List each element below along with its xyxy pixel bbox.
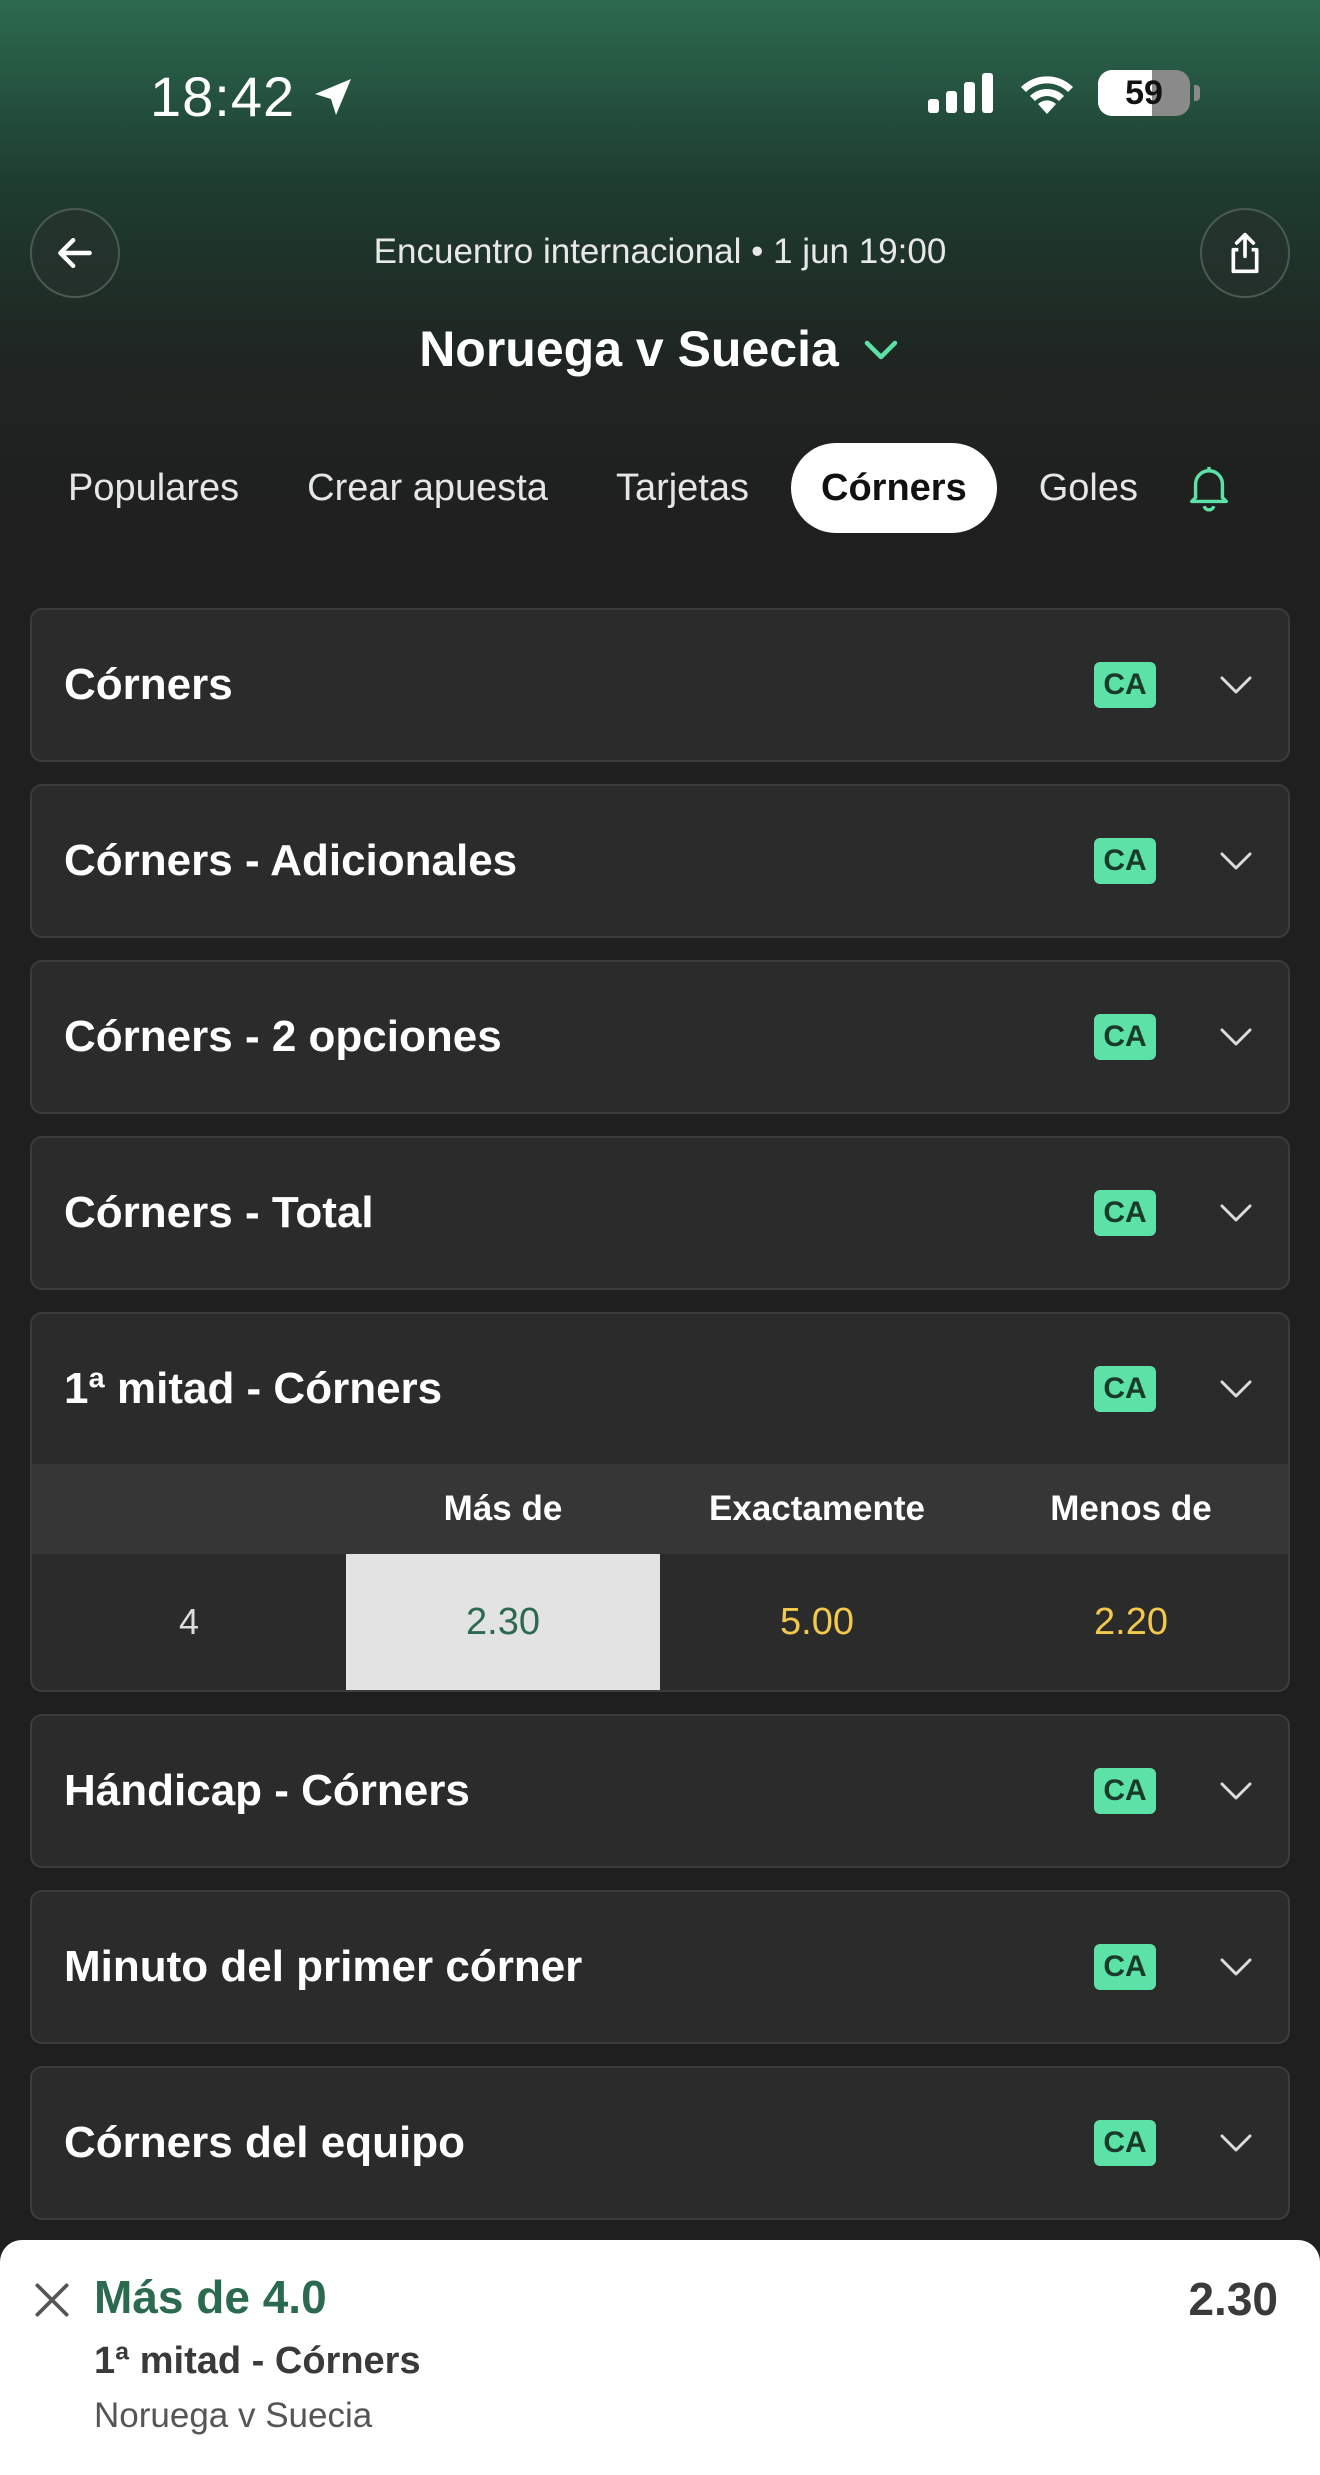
tab-corners[interactable]: Córners: [791, 443, 997, 533]
tab-goles[interactable]: Goles: [1005, 443, 1172, 533]
status-bar: 18:42 59: [0, 0, 1320, 190]
market-card: Córners - Adicionales CA: [30, 784, 1290, 938]
odds-row: 4 2.30 5.00 2.20: [32, 1554, 1288, 1690]
betslip-event: Noruega v Suecia: [94, 2396, 373, 2435]
share-icon: [1231, 232, 1259, 274]
market-title: Minuto del primer córner: [64, 1942, 583, 1991]
market-card-expanded: 1ª mitad - Córners CA Más de Exactamente…: [30, 1312, 1290, 1692]
chevron-down-icon: [1220, 1380, 1252, 1398]
market-card: Córners - Total CA: [30, 1136, 1290, 1290]
event-subtitle: Encuentro internacional • 1 jun 19:00: [373, 232, 947, 271]
market-tabs: Populares Crear apuesta Tarjetas Córners…: [0, 440, 1320, 536]
screen: 18:42 59 Encuentro internacional • 1 jun…: [0, 0, 1320, 2475]
location-arrow-icon: [315, 78, 352, 115]
battery-tip: [1194, 85, 1200, 101]
share-button[interactable]: [1200, 208, 1290, 298]
system-icons: 59: [928, 70, 1200, 116]
market-header-corners-total[interactable]: Córners - Total CA: [32, 1138, 1288, 1288]
battery-indicator: 59: [1098, 70, 1190, 116]
match-title-dropdown[interactable]: Noruega v Suecia: [0, 320, 1320, 378]
chevron-down-icon: [1220, 1204, 1252, 1222]
market-header-handicap-corners[interactable]: Hándicap - Córners CA: [32, 1716, 1288, 1866]
market-title: Córners: [64, 660, 233, 709]
signal-icon: [928, 73, 993, 113]
tab-populares[interactable]: Populares: [34, 443, 273, 533]
chevron-down-icon: [864, 340, 898, 360]
market-header-minuto-primer-corner[interactable]: Minuto del primer córner CA: [32, 1892, 1288, 2042]
close-icon[interactable]: [30, 2278, 74, 2322]
time-text: 18:42: [150, 65, 296, 128]
odds-under-button[interactable]: 2.20: [974, 1554, 1288, 1690]
wifi-icon: [1021, 76, 1073, 114]
market-title: Córners - Adicionales: [64, 836, 518, 885]
market-title: Córners - 2 opciones: [64, 1012, 502, 1061]
ca-badge: CA: [1094, 838, 1156, 884]
ca-badge: CA: [1094, 1014, 1156, 1060]
ca-badge: CA: [1094, 662, 1156, 708]
chevron-down-icon: [1220, 676, 1252, 694]
chevron-down-icon: [1220, 2134, 1252, 2152]
market-list: Córners CA Córners - Adicionales CA Córn…: [30, 608, 1290, 2242]
betslip-market: 1ª mitad - Córners: [94, 2340, 421, 2382]
market-header-1a-mitad-corners[interactable]: 1ª mitad - Córners CA: [32, 1314, 1288, 1464]
market-card: Córners CA: [30, 608, 1290, 762]
odds-line: 4: [178, 1601, 200, 1642]
column-over: Más de: [443, 1489, 563, 1528]
odds-exact-button[interactable]: 5.00: [660, 1554, 974, 1690]
tab-tarjetas[interactable]: Tarjetas: [582, 443, 783, 533]
column-under: Menos de: [1050, 1489, 1212, 1528]
tab-crear-apuesta[interactable]: Crear apuesta: [273, 443, 582, 533]
market-header-corners-del-equipo[interactable]: Córners del equipo CA: [32, 2068, 1288, 2218]
market-header-corners-adicionales[interactable]: Córners - Adicionales CA: [32, 786, 1288, 936]
market-card: Minuto del primer córner CA: [30, 1890, 1290, 2044]
market-title: Hándicap - Córners: [64, 1766, 470, 1815]
chevron-down-icon: [1220, 852, 1252, 870]
market-title: Córners del equipo: [64, 2118, 465, 2167]
market-header-corners-2-opciones[interactable]: Córners - 2 opciones CA: [32, 962, 1288, 1112]
bell-icon: [1190, 466, 1228, 512]
market-header-corners[interactable]: Córners CA: [32, 610, 1288, 760]
ca-badge: CA: [1094, 1768, 1156, 1814]
chevron-down-icon: [1220, 1958, 1252, 1976]
betslip-panel[interactable]: Más de 4.0 1ª mitad - Córners Noruega v …: [0, 2240, 1320, 2475]
ca-badge: CA: [1094, 1944, 1156, 1990]
market-card: Córners del equipo CA: [30, 2066, 1290, 2220]
match-title: Noruega v Suecia: [419, 321, 839, 377]
ca-badge: CA: [1094, 1366, 1156, 1412]
ca-badge: CA: [1094, 1190, 1156, 1236]
market-card: Córners - 2 opciones CA: [30, 960, 1290, 1114]
status-time: 18:42: [150, 64, 357, 129]
battery-level: 59: [1125, 73, 1163, 112]
odds-column-header: Más de Exactamente Menos de: [32, 1464, 1288, 1554]
chevron-down-icon: [1220, 1782, 1252, 1800]
notifications-button[interactable]: [1186, 463, 1232, 513]
ca-badge: CA: [1094, 2120, 1156, 2166]
betslip-odds: 2.30: [1188, 2273, 1278, 2325]
market-title: 1ª mitad - Córners: [64, 1364, 443, 1413]
chevron-down-icon: [1220, 1028, 1252, 1046]
odds-over-button[interactable]: 2.30: [346, 1554, 660, 1690]
betslip-selection: Más de 4.0: [94, 2271, 327, 2323]
column-exact: Exactamente: [709, 1489, 925, 1528]
market-card: Hándicap - Córners CA: [30, 1714, 1290, 1868]
market-title: Córners - Total: [64, 1188, 374, 1237]
